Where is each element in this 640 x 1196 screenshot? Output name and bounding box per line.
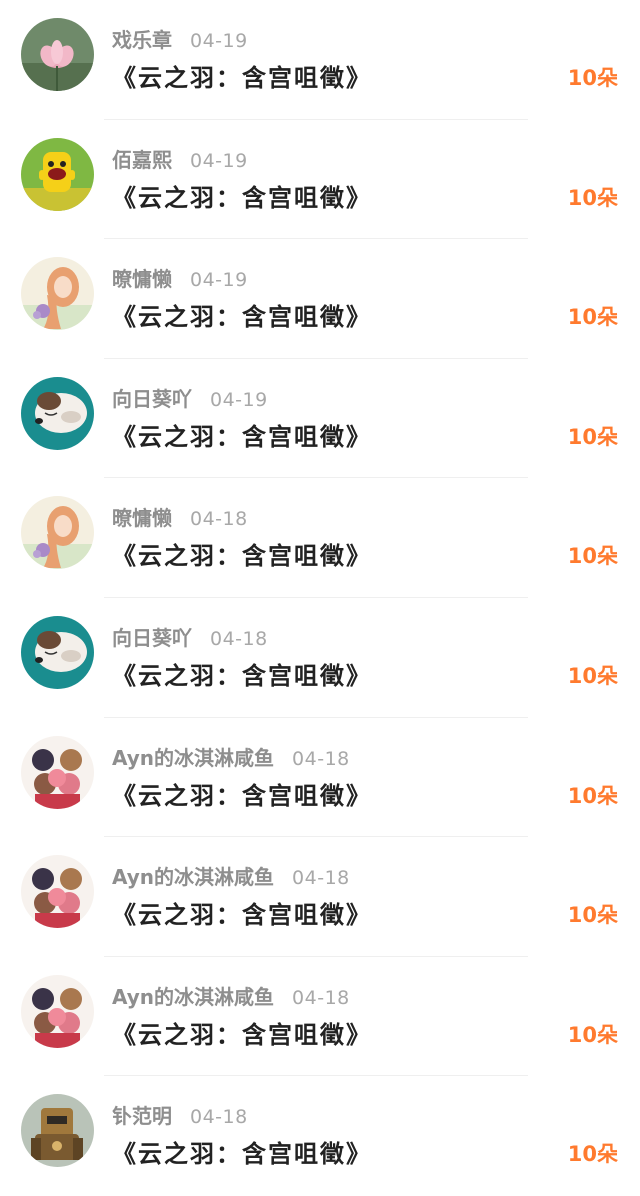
gift-record-row[interactable]: Ayn的冰淇淋咸鱼 04-18 《云之羽：含宫咀徵》 10朵 xyxy=(0,718,640,838)
anime-girl-avatar-icon[interactable] xyxy=(21,496,94,570)
gift-record-row[interactable]: 暸慵懒 04-19 《云之羽：含宫咀徵》 10朵 xyxy=(0,239,640,359)
date: 04-18 xyxy=(292,986,350,1009)
username[interactable]: Ayn的冰淇淋咸鱼 xyxy=(112,861,274,890)
gift-amount: 10朵 xyxy=(567,783,618,808)
date: 04-19 xyxy=(210,388,268,411)
username[interactable]: 戏乐章 xyxy=(112,24,172,53)
row-meta: Ayn的冰淇淋咸鱼 04-18 xyxy=(112,861,350,890)
username[interactable]: 向日葵吖 xyxy=(112,622,192,651)
gift-record-list: 戏乐章 04-19 《云之羽：含宫咀徵》 10朵 佰嘉熙 04-19 《云之羽：… xyxy=(0,0,640,1196)
gift-amount: 10朵 xyxy=(567,544,618,569)
username[interactable]: 钋范明 xyxy=(112,1100,172,1129)
sleeping-dog-avatar-icon[interactable] xyxy=(21,376,94,450)
book-title[interactable]: 《云之羽：含宫咀徵》 xyxy=(112,1015,372,1050)
gift-record-row[interactable]: Ayn的冰淇淋咸鱼 04-18 《云之羽：含宫咀徵》 10朵 xyxy=(0,957,640,1077)
gift-amount: 10朵 xyxy=(567,1142,618,1167)
anime-group-avatar-icon[interactable] xyxy=(21,735,94,809)
username[interactable]: 暸慵懒 xyxy=(112,263,172,292)
gift-amount: 10朵 xyxy=(567,663,618,688)
robot-avatar-icon[interactable] xyxy=(21,1094,94,1168)
lotus-avatar-icon[interactable] xyxy=(21,18,94,91)
anime-girl-avatar-icon[interactable] xyxy=(21,257,94,331)
row-meta: 戏乐章 04-19 xyxy=(112,24,248,53)
date: 04-18 xyxy=(190,1106,248,1129)
gift-record-row[interactable]: 向日葵吖 04-18 《云之羽：含宫咀徵》 10朵 xyxy=(0,598,640,718)
book-title[interactable]: 《云之羽：含宫咀徵》 xyxy=(112,536,372,571)
username[interactable]: Ayn的冰淇淋咸鱼 xyxy=(112,742,274,771)
book-title[interactable]: 《云之羽：含宫咀徵》 xyxy=(112,656,372,691)
book-title[interactable]: 《云之羽：含宫咀徵》 xyxy=(112,895,372,930)
username[interactable]: 暸慵懒 xyxy=(112,502,172,531)
book-title[interactable]: 《云之羽：含宫咀徵》 xyxy=(112,417,372,452)
sleeping-dog-avatar-icon[interactable] xyxy=(21,615,94,689)
row-meta: Ayn的冰淇淋咸鱼 04-18 xyxy=(112,742,350,771)
gift-record-row[interactable]: 佰嘉熙 04-19 《云之羽：含宫咀徵》 10朵 xyxy=(0,120,640,240)
username[interactable]: Ayn的冰淇淋咸鱼 xyxy=(112,981,274,1010)
gift-record-row[interactable]: 戏乐章 04-19 《云之羽：含宫咀徵》 10朵 xyxy=(0,0,640,120)
gift-amount: 10朵 xyxy=(567,66,618,90)
gift-amount: 10朵 xyxy=(567,1022,618,1047)
username[interactable]: 向日葵吖 xyxy=(112,383,192,412)
date: 04-18 xyxy=(292,867,350,890)
row-meta: 向日葵吖 04-19 xyxy=(112,383,268,412)
row-meta: 佰嘉熙 04-19 xyxy=(112,144,248,173)
gift-amount: 10朵 xyxy=(567,903,618,928)
row-meta: Ayn的冰淇淋咸鱼 04-18 xyxy=(112,981,350,1010)
gift-amount: 10朵 xyxy=(567,424,618,449)
book-title[interactable]: 《云之羽：含宫咀徵》 xyxy=(112,58,372,93)
date: 04-18 xyxy=(292,747,350,770)
date: 04-18 xyxy=(190,508,248,531)
row-meta: 向日葵吖 04-18 xyxy=(112,622,268,651)
anime-group-avatar-icon[interactable] xyxy=(21,974,94,1048)
row-meta: 暸慵懒 04-19 xyxy=(112,263,248,292)
yellow-monster-avatar-icon[interactable] xyxy=(21,137,94,211)
book-title[interactable]: 《云之羽：含宫咀徵》 xyxy=(112,1134,372,1169)
date: 04-18 xyxy=(210,627,268,650)
date: 04-19 xyxy=(190,30,248,52)
book-title[interactable]: 《云之羽：含宫咀徵》 xyxy=(112,776,372,811)
gift-record-row[interactable]: 向日葵吖 04-19 《云之羽：含宫咀徵》 10朵 xyxy=(0,359,640,479)
username[interactable]: 佰嘉熙 xyxy=(112,144,172,173)
row-meta: 暸慵懒 04-18 xyxy=(112,502,248,531)
book-title[interactable]: 《云之羽：含宫咀徵》 xyxy=(112,297,372,332)
anime-group-avatar-icon[interactable] xyxy=(21,855,94,929)
date: 04-19 xyxy=(190,149,248,172)
date: 04-19 xyxy=(190,269,248,292)
gift-amount: 10朵 xyxy=(567,185,618,210)
gift-record-row[interactable]: 暸慵懒 04-18 《云之羽：含宫咀徵》 10朵 xyxy=(0,478,640,598)
row-meta: 钋范明 04-18 xyxy=(112,1100,248,1129)
book-title[interactable]: 《云之羽：含宫咀徵》 xyxy=(112,178,372,213)
gift-record-row[interactable]: Ayn的冰淇淋咸鱼 04-18 《云之羽：含宫咀徵》 10朵 xyxy=(0,837,640,957)
gift-amount: 10朵 xyxy=(567,305,618,330)
gift-record-row[interactable]: 钋范明 04-18 《云之羽：含宫咀徵》 10朵 xyxy=(0,1076,640,1196)
